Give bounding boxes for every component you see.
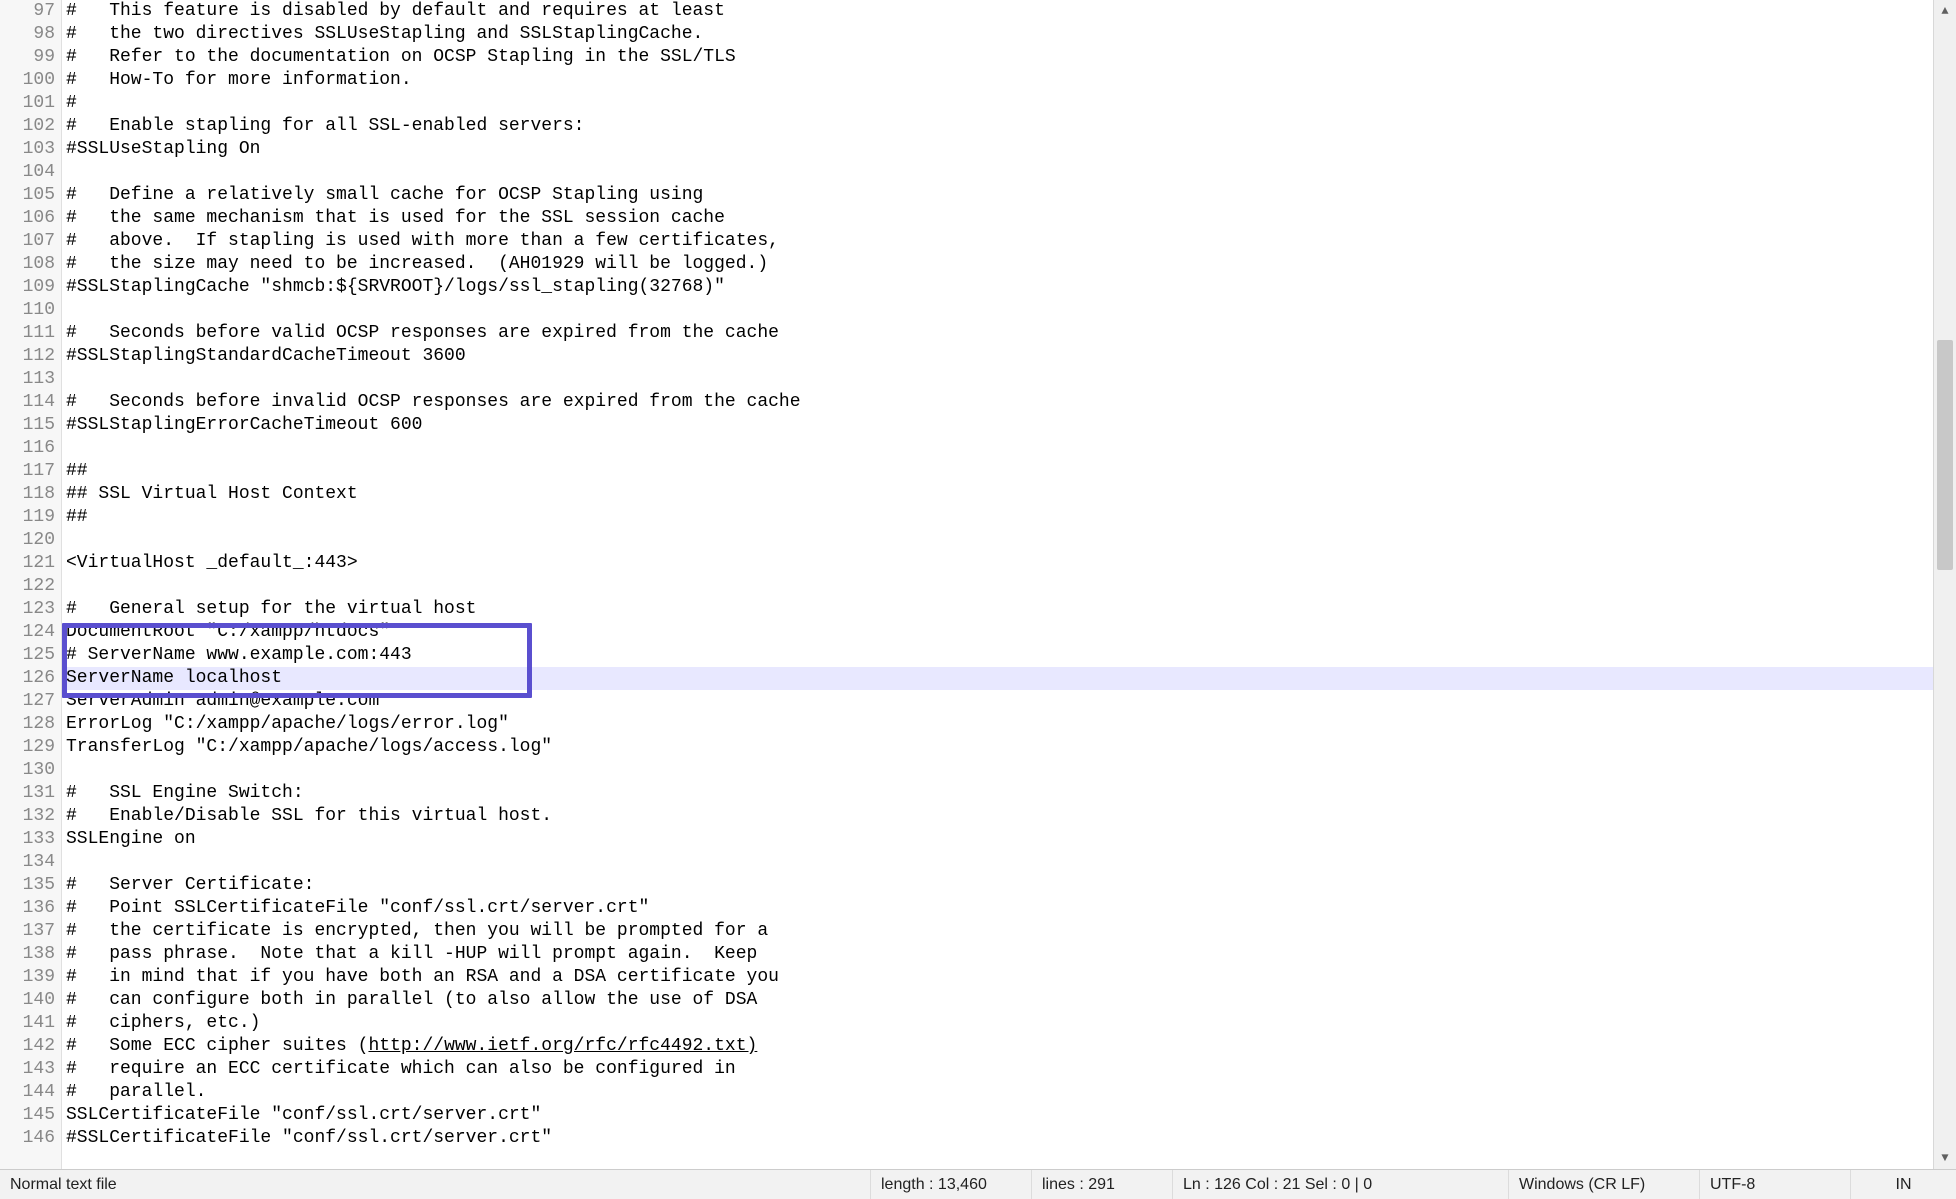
- code-line[interactable]: # Point SSLCertificateFile "conf/ssl.crt…: [66, 897, 1933, 920]
- status-eol[interactable]: Windows (CR LF): [1509, 1170, 1700, 1199]
- line-number-gutter[interactable]: 97 98 99 100 101 102 103 104 105 106 107…: [0, 0, 62, 1169]
- code-line[interactable]: [66, 161, 1933, 184]
- code-line[interactable]: # pass phrase. Note that a kill -HUP wil…: [66, 943, 1933, 966]
- code-line[interactable]: # Seconds before invalid OCSP responses …: [66, 391, 1933, 414]
- status-encoding[interactable]: UTF-8: [1700, 1170, 1851, 1199]
- code-line[interactable]: ServerAdmin admin@example.com: [66, 690, 1933, 713]
- code-line[interactable]: [66, 851, 1933, 874]
- code-line[interactable]: # ciphers, etc.): [66, 1012, 1933, 1035]
- code-line[interactable]: # above. If stapling is used with more t…: [66, 230, 1933, 253]
- status-file-type: Normal text file: [0, 1170, 871, 1199]
- code-line[interactable]: # in mind that if you have both an RSA a…: [66, 966, 1933, 989]
- code-line[interactable]: ServerName localhost: [66, 667, 1933, 690]
- code-line[interactable]: [66, 299, 1933, 322]
- code-line[interactable]: # the size may need to be increased. (AH…: [66, 253, 1933, 276]
- code-line[interactable]: [66, 529, 1933, 552]
- code-line[interactable]: # the same mechanism that is used for th…: [66, 207, 1933, 230]
- code-line[interactable]: # Refer to the documentation on OCSP Sta…: [66, 46, 1933, 69]
- code-line[interactable]: #SSLCertificateFile "conf/ssl.crt/server…: [66, 1127, 1933, 1150]
- code-line[interactable]: TransferLog "C:/xampp/apache/logs/access…: [66, 736, 1933, 759]
- code-line[interactable]: #SSLStaplingErrorCacheTimeout 600: [66, 414, 1933, 437]
- code-line[interactable]: SSLCertificateFile "conf/ssl.crt/server.…: [66, 1104, 1933, 1127]
- status-lines: lines : 291: [1032, 1170, 1173, 1199]
- code-line[interactable]: [66, 437, 1933, 460]
- code-line[interactable]: ##: [66, 460, 1933, 483]
- scroll-up-arrow[interactable]: ▲: [1934, 0, 1956, 22]
- status-bar: Normal text file length : 13,460 lines :…: [0, 1169, 1956, 1199]
- code-line[interactable]: #SSLUseStapling On: [66, 138, 1933, 161]
- code-line[interactable]: # can configure both in parallel (to als…: [66, 989, 1933, 1012]
- editor-main: 97 98 99 100 101 102 103 104 105 106 107…: [0, 0, 1933, 1169]
- code-line[interactable]: # require an ECC certificate which can a…: [66, 1058, 1933, 1081]
- code-line[interactable]: # parallel.: [66, 1081, 1933, 1104]
- code-line[interactable]: SSLEngine on: [66, 828, 1933, 851]
- code-line[interactable]: # Server Certificate:: [66, 874, 1933, 897]
- vertical-scrollbar[interactable]: ▲ ▼: [1933, 0, 1956, 1169]
- status-position: Ln : 126 Col : 21 Sel : 0 | 0: [1173, 1170, 1509, 1199]
- code-line[interactable]: # SSL Engine Switch:: [66, 782, 1933, 805]
- editor-wrap: 97 98 99 100 101 102 103 104 105 106 107…: [0, 0, 1956, 1169]
- code-line[interactable]: # Seconds before valid OCSP responses ar…: [66, 322, 1933, 345]
- scroll-down-arrow[interactable]: ▼: [1934, 1147, 1956, 1169]
- code-line[interactable]: # the two directives SSLUseStapling and …: [66, 23, 1933, 46]
- hyperlink[interactable]: http://www.ietf.org/rfc/rfc4492.txt): [368, 1036, 757, 1056]
- code-line[interactable]: DocumentRoot "C:/xampp/htdocs": [66, 621, 1933, 644]
- code-line[interactable]: #SSLStaplingCache "shmcb:${SRVROOT}/logs…: [66, 276, 1933, 299]
- editor-frame: 97 98 99 100 101 102 103 104 105 106 107…: [0, 0, 1956, 1199]
- code-line[interactable]: # This feature is disabled by default an…: [66, 0, 1933, 23]
- code-line[interactable]: # General setup for the virtual host: [66, 598, 1933, 621]
- code-line[interactable]: <VirtualHost _default_:443>: [66, 552, 1933, 575]
- code-line[interactable]: [66, 368, 1933, 391]
- code-line[interactable]: # Some ECC cipher suites (http://www.iet…: [66, 1035, 1933, 1058]
- code-line[interactable]: # How-To for more information.: [66, 69, 1933, 92]
- status-length: length : 13,460: [871, 1170, 1032, 1199]
- code-line[interactable]: #SSLStaplingStandardCacheTimeout 3600: [66, 345, 1933, 368]
- code-line[interactable]: [66, 759, 1933, 782]
- code-line[interactable]: # ServerName www.example.com:443: [66, 644, 1933, 667]
- scroll-thumb[interactable]: [1937, 340, 1953, 570]
- code-area[interactable]: # This feature is disabled by default an…: [62, 0, 1933, 1169]
- status-insert-mode[interactable]: IN: [1851, 1170, 1956, 1199]
- code-line[interactable]: ErrorLog "C:/xampp/apache/logs/error.log…: [66, 713, 1933, 736]
- code-line[interactable]: #: [66, 92, 1933, 115]
- code-line[interactable]: ##: [66, 506, 1933, 529]
- code-line[interactable]: ## SSL Virtual Host Context: [66, 483, 1933, 506]
- code-line[interactable]: # Enable stapling for all SSL-enabled se…: [66, 115, 1933, 138]
- code-line[interactable]: [66, 575, 1933, 598]
- code-line[interactable]: # the certificate is encrypted, then you…: [66, 920, 1933, 943]
- code-line[interactable]: # Enable/Disable SSL for this virtual ho…: [66, 805, 1933, 828]
- code-line[interactable]: # Define a relatively small cache for OC…: [66, 184, 1933, 207]
